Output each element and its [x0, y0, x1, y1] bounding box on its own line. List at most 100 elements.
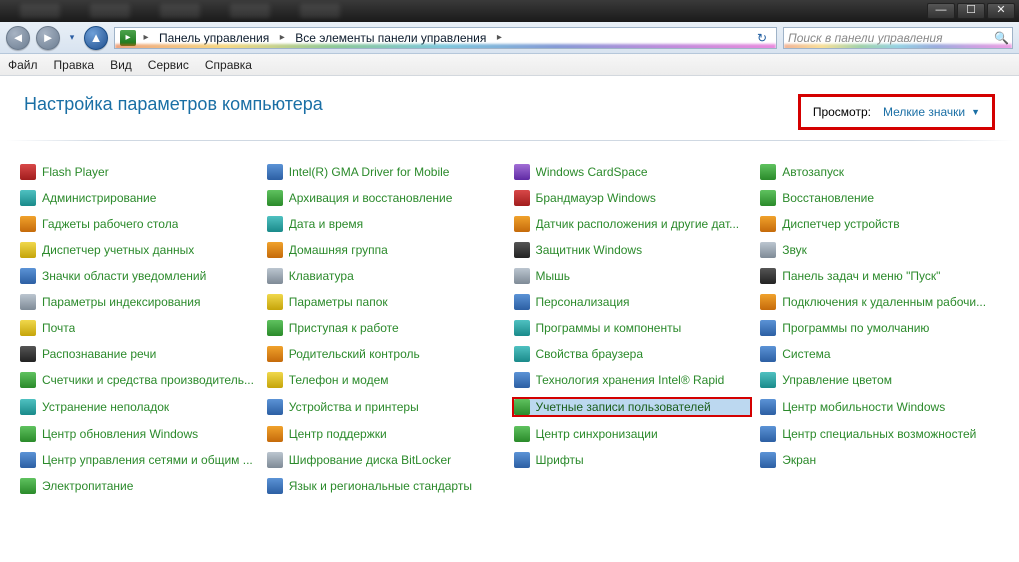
- menu-tools[interactable]: Сервис: [148, 58, 189, 72]
- chevron-right-icon: ▸: [139, 32, 153, 43]
- control-panel-item[interactable]: Устранение неполадок: [18, 397, 258, 417]
- control-panel-item[interactable]: Шрифты: [512, 451, 752, 469]
- item-icon: [514, 399, 530, 415]
- item-icon: [20, 452, 36, 468]
- control-panel-item[interactable]: Технология хранения Intel® Rapid: [512, 371, 752, 389]
- control-panel-item[interactable]: Центр специальных возможностей: [758, 425, 998, 443]
- control-panel-item[interactable]: Устройства и принтеры: [265, 397, 505, 417]
- control-panel-item[interactable]: Электропитание: [18, 477, 258, 495]
- control-panel-item[interactable]: Flash Player: [18, 163, 258, 181]
- control-panel-item[interactable]: Телефон и модем: [265, 371, 505, 389]
- control-panel-item[interactable]: Параметры индексирования: [18, 293, 258, 311]
- control-panel-item[interactable]: Звук: [758, 241, 998, 259]
- control-panel-item[interactable]: Подключения к удаленным рабочи...: [758, 293, 998, 311]
- control-panel-item[interactable]: Windows CardSpace: [512, 163, 752, 181]
- control-panel-item[interactable]: Программы и компоненты: [512, 319, 752, 337]
- control-panel-item[interactable]: Приступая к работе: [265, 319, 505, 337]
- control-panel-item[interactable]: Система: [758, 345, 998, 363]
- menu-view[interactable]: Вид: [110, 58, 132, 72]
- control-panel-item[interactable]: Центр поддержки: [265, 425, 505, 443]
- control-panel-item[interactable]: Персонализация: [512, 293, 752, 311]
- item-label: Диспетчер устройств: [782, 217, 899, 231]
- control-panel-item[interactable]: Защитник Windows: [512, 241, 752, 259]
- item-label: Панель задач и меню "Пуск": [782, 269, 940, 283]
- control-panel-item[interactable]: Язык и региональные стандарты: [265, 477, 505, 495]
- control-panel-item[interactable]: Домашняя группа: [265, 241, 505, 259]
- item-icon: [760, 452, 776, 468]
- arrow-up-icon: ▲: [90, 30, 103, 45]
- menu-file[interactable]: Файл: [8, 58, 38, 72]
- item-icon: [267, 372, 283, 388]
- arrow-right-icon: ►: [42, 30, 55, 45]
- control-panel-item[interactable]: Диспетчер устройств: [758, 215, 998, 233]
- title-bar: — ☐ ✕: [0, 0, 1019, 22]
- control-panel-item[interactable]: Центр мобильности Windows: [758, 397, 998, 417]
- breadcrumb[interactable]: ▸ ▸ Панель управления ▸ Все элементы пан…: [114, 27, 777, 49]
- menu-edit[interactable]: Правка: [54, 58, 95, 72]
- control-panel-item[interactable]: Шифрование диска BitLocker: [265, 451, 505, 469]
- items-grid: Flash Player Администрирование Гаджеты раб…: [0, 147, 1019, 515]
- control-panel-item[interactable]: Центр обновления Windows: [18, 425, 258, 443]
- control-panel-item[interactable]: Архивация и восстановление: [265, 189, 505, 207]
- control-panel-item[interactable]: Гаджеты рабочего стола: [18, 215, 258, 233]
- item-label: Учетные записи пользователей: [536, 400, 711, 414]
- item-label: Шрифты: [536, 453, 584, 467]
- control-panel-item[interactable]: Диспетчер учетных данных: [18, 241, 258, 259]
- item-label: Счетчики и средства производитель...: [42, 373, 254, 387]
- item-label: Приступая к работе: [289, 321, 399, 335]
- control-panel-item[interactable]: Экран: [758, 451, 998, 469]
- item-icon: [760, 320, 776, 336]
- view-selector[interactable]: Просмотр: Мелкие значки ▼: [798, 94, 995, 130]
- item-label: Значки области уведомлений: [42, 269, 206, 283]
- control-panel-item[interactable]: Распознавание речи: [18, 345, 258, 363]
- item-icon: [20, 190, 36, 206]
- control-panel-item[interactable]: Учетные записи пользователей: [512, 397, 752, 417]
- back-button[interactable]: ◄: [6, 26, 30, 50]
- control-panel-item[interactable]: Брандмауэр Windows: [512, 189, 752, 207]
- recent-dropdown[interactable]: ▾: [66, 27, 78, 49]
- control-panel-item[interactable]: Восстановление: [758, 189, 998, 207]
- control-panel-item[interactable]: Администрирование: [18, 189, 258, 207]
- refresh-button[interactable]: ↻: [752, 31, 772, 45]
- item-icon: [514, 190, 530, 206]
- control-panel-item[interactable]: Клавиатура: [265, 267, 505, 285]
- control-panel-item[interactable]: Почта: [18, 319, 258, 337]
- maximize-button[interactable]: ☐: [957, 3, 985, 19]
- item-icon: [20, 399, 36, 415]
- breadcrumb-blur: [115, 44, 776, 49]
- item-label: Экран: [782, 453, 816, 467]
- item-icon: [20, 242, 36, 258]
- close-button[interactable]: ✕: [987, 3, 1015, 19]
- control-panel-item[interactable]: Автозапуск: [758, 163, 998, 181]
- control-panel-item[interactable]: Счетчики и средства производитель...: [18, 371, 258, 389]
- control-panel-item[interactable]: Панель задач и меню "Пуск": [758, 267, 998, 285]
- control-panel-item[interactable]: Параметры папок: [265, 293, 505, 311]
- item-icon: [267, 216, 283, 232]
- control-panel-item[interactable]: Центр управления сетями и общим ...: [18, 451, 258, 469]
- up-button[interactable]: ▲: [84, 26, 108, 50]
- menu-help[interactable]: Справка: [205, 58, 252, 72]
- item-icon: [760, 216, 776, 232]
- item-label: Центр синхронизации: [536, 427, 658, 441]
- control-panel-item[interactable]: Мышь: [512, 267, 752, 285]
- control-panel-item[interactable]: Центр синхронизации: [512, 425, 752, 443]
- control-panel-item[interactable]: Родительский контроль: [265, 345, 505, 363]
- control-panel-item[interactable]: Intel(R) GMA Driver for Mobile: [265, 163, 505, 181]
- control-panel-item[interactable]: Дата и время: [265, 215, 505, 233]
- view-value[interactable]: Мелкие значки ▼: [883, 105, 980, 119]
- control-panel-item[interactable]: Программы по умолчанию: [758, 319, 998, 337]
- item-icon: [760, 268, 776, 284]
- minimize-button[interactable]: —: [927, 3, 955, 19]
- item-label: Гаджеты рабочего стола: [42, 217, 178, 231]
- search-input[interactable]: Поиск в панели управления 🔍: [783, 27, 1013, 49]
- control-panel-item[interactable]: Датчик расположения и другие дат...: [512, 215, 752, 233]
- control-panel-item[interactable]: Управление цветом: [758, 371, 998, 389]
- forward-button[interactable]: ►: [36, 26, 60, 50]
- control-panel-item[interactable]: Значки области уведомлений: [18, 267, 258, 285]
- item-label: Программы и компоненты: [536, 321, 682, 335]
- item-label: Почта: [42, 321, 75, 335]
- item-label: Распознавание речи: [42, 347, 156, 361]
- item-label: Автозапуск: [782, 165, 844, 179]
- item-label: Телефон и модем: [289, 373, 389, 387]
- control-panel-item[interactable]: Свойства браузера: [512, 345, 752, 363]
